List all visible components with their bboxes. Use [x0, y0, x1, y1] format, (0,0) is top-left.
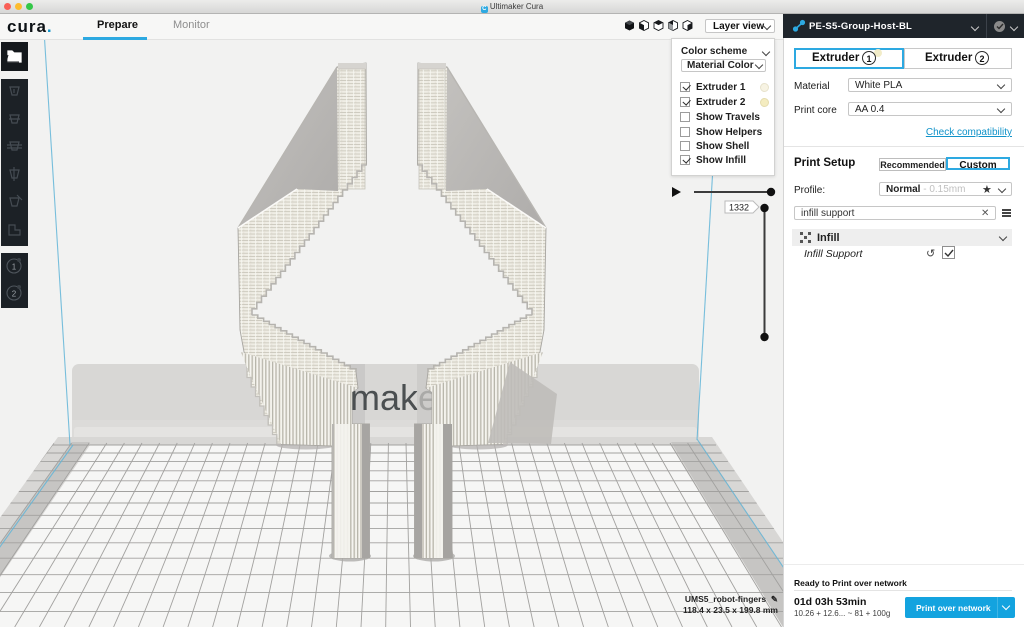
svg-text:1: 1 — [12, 263, 17, 272]
svg-text:1332: 1332 — [729, 203, 749, 213]
svg-text:2: 2 — [12, 290, 17, 299]
